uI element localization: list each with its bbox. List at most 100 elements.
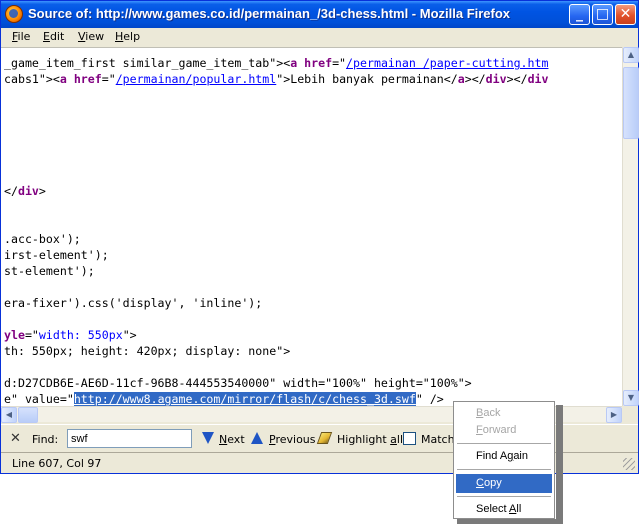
menu-view-label: iew	[85, 30, 105, 43]
code-text: ">	[122, 328, 137, 342]
code-tag: div	[527, 72, 549, 86]
title-bar[interactable]: Source of: http://www.games.co.id/permai…	[1, 1, 638, 28]
match-case-checkbox[interactable]	[403, 432, 416, 445]
scroll-down-arrow-icon[interactable]: ▼	[623, 390, 639, 406]
code-tag: a	[457, 72, 465, 86]
menu-file[interactable]: File	[12, 30, 30, 43]
find-next-mnemonic: N	[219, 433, 228, 446]
code-text: ="	[24, 328, 39, 342]
context-separator	[457, 496, 551, 497]
selected-url-text[interactable]: http://www8.agame.com/mirror/flash/c/che…	[73, 392, 395, 406]
source-line: th: 550px; height: 420px; display: none"…	[4, 344, 291, 358]
source-code-view[interactable]: _game_item_first similar_game_item_tab">…	[1, 47, 622, 406]
source-line: _game_item_first similar_game_item_tab">…	[4, 56, 548, 70]
horizontal-scroll-thumb[interactable]	[18, 407, 38, 423]
vertical-scroll-thumb[interactable]	[623, 67, 639, 139]
code-tag: div	[485, 72, 507, 86]
vertical-scrollbar[interactable]: ▲ ▼	[622, 47, 639, 406]
find-next-label: ext	[227, 433, 245, 446]
code-text: ></	[464, 72, 486, 86]
code-text: " />	[415, 392, 444, 406]
context-find-again-label-end: ain	[513, 450, 528, 462]
menu-file-label: ile	[17, 30, 31, 43]
context-select-all-label-end: ll	[516, 503, 522, 515]
highlight-all-mnemonic: a	[390, 433, 397, 446]
maximize-button[interactable]: □	[592, 4, 613, 25]
context-copy-mnemonic: C	[476, 477, 484, 489]
code-text: ">Lebih banyak permainan</	[276, 72, 458, 86]
context-forward: Forward	[456, 421, 552, 440]
find-next-arrow-icon[interactable]	[202, 432, 214, 444]
code-link[interactable]: /permainan/popular.html	[116, 72, 277, 86]
highlighter-icon[interactable]	[316, 432, 333, 444]
context-copy[interactable]: Copy	[456, 474, 552, 493]
menu-bar: File Edit View Help	[1, 28, 638, 47]
menu-edit-label: dit	[49, 30, 65, 43]
context-find-again-label: Find A	[476, 450, 508, 462]
context-menu-shadow	[457, 519, 563, 524]
find-label: Find:	[32, 433, 59, 446]
menu-help[interactable]: Help	[115, 30, 140, 43]
context-select-all[interactable]: Select All	[456, 500, 552, 519]
find-previous-arrow-icon[interactable]	[251, 432, 263, 444]
code-link[interactable]: /permainan /paper-cutting.htm	[346, 56, 548, 70]
context-separator	[457, 443, 551, 444]
scroll-left-arrow-icon[interactable]: ◀	[1, 407, 17, 423]
match-case-label: Match	[421, 433, 455, 446]
code-tag: a	[59, 72, 67, 86]
code-text: ="	[332, 56, 347, 70]
find-bar-close-icon[interactable]: ✕	[10, 431, 21, 446]
source-line: d:D27CDB6E-AE6D-11cf-96B8-444553540000" …	[4, 376, 472, 390]
context-forward-label: orward	[482, 424, 517, 436]
context-copy-label: opy	[483, 477, 502, 489]
context-select-all-label: Select	[476, 503, 510, 515]
context-menu: Back Forward Find Again Copy Select All	[453, 401, 555, 519]
code-string: width: 550px	[38, 328, 123, 342]
menu-edit-mnemonic: E	[43, 30, 50, 43]
code-text: cabs1"><	[4, 72, 60, 86]
scrollbar-corner	[622, 406, 638, 422]
source-line: era-fixer').css('display', 'inline');	[4, 296, 263, 310]
menu-edit[interactable]: Edit	[43, 30, 64, 43]
find-previous-button[interactable]: Previous	[269, 433, 316, 446]
code-text: >	[38, 184, 46, 198]
find-previous-label: revious	[275, 433, 316, 446]
window-title: Source of: http://www.games.co.id/permai…	[28, 6, 511, 21]
source-line: st-element');	[4, 264, 95, 278]
source-line: yle="width: 550px">	[4, 328, 137, 342]
highlight-all-label: Highlight	[337, 433, 391, 446]
code-text: ="	[101, 72, 116, 86]
code-text: e" value="	[4, 392, 74, 406]
resize-grip-icon[interactable]	[623, 458, 635, 470]
selected-match-text[interactable]: swf	[394, 392, 416, 406]
context-forward-mnemonic: F	[476, 424, 483, 436]
menu-help-label: elp	[123, 30, 141, 43]
code-attr: href	[73, 72, 102, 86]
context-separator	[457, 469, 551, 470]
code-text: _game_item_first similar_game_item_tab">…	[4, 56, 291, 70]
code-text: ></	[506, 72, 528, 86]
menu-view[interactable]: View	[78, 30, 104, 43]
minimize-button[interactable]: _	[569, 4, 590, 25]
firefox-icon	[5, 5, 23, 23]
scroll-right-arrow-icon[interactable]: ▶	[606, 407, 622, 423]
code-attr: yle	[4, 328, 25, 342]
context-menu-shadow	[556, 405, 563, 524]
find-next-button[interactable]: Next	[219, 433, 245, 446]
find-input[interactable]	[67, 429, 192, 448]
source-line: .acc-box');	[4, 232, 81, 246]
code-tag: div	[17, 184, 39, 198]
source-line: e" value="http://www8.agame.com/mirror/f…	[4, 392, 444, 406]
close-button[interactable]: ✕	[615, 4, 636, 25]
source-line: irst-element');	[4, 248, 109, 262]
source-line: cabs1"><a href="/permainan/popular.html"…	[4, 72, 549, 86]
status-text: Line 607, Col 97	[12, 457, 102, 470]
code-attr: href	[304, 56, 333, 70]
source-line: </div>	[4, 184, 46, 198]
context-back-label: ack	[483, 407, 501, 419]
code-text: </	[4, 184, 18, 198]
context-find-again[interactable]: Find Again	[456, 447, 552, 466]
scroll-up-arrow-icon[interactable]: ▲	[623, 47, 639, 63]
highlight-all-button[interactable]: Highlight all	[337, 433, 403, 446]
